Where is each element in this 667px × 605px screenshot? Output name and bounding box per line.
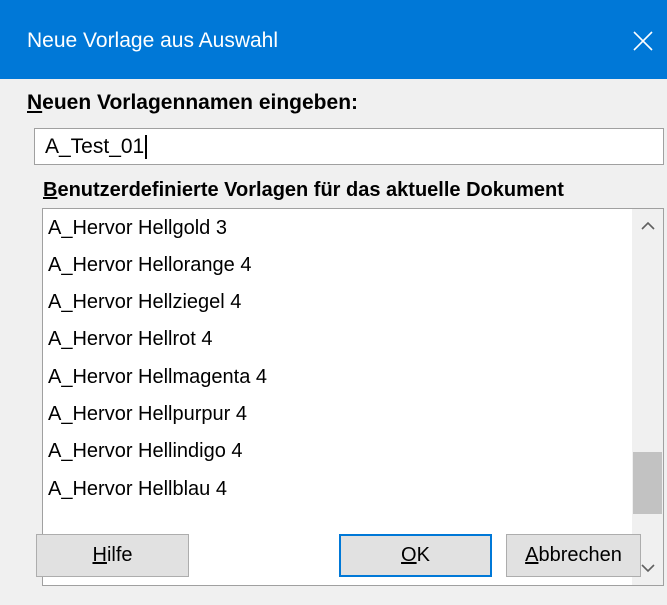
help-button-mnemonic: H	[92, 544, 107, 566]
template-name-label-mnemonic: N	[27, 91, 43, 114]
template-name-value: A_Test_01	[45, 135, 148, 159]
text-caret	[145, 135, 148, 159]
list-item[interactable]: A_Hervor Hellziegel 4	[48, 284, 241, 321]
ok-button-label: K	[416, 544, 430, 566]
cancel-button-mnemonic: A	[525, 544, 539, 566]
custom-templates-label: Benutzerdefinierte Vorlagen für das aktu…	[43, 177, 564, 203]
help-button-label: ilfe	[106, 544, 133, 566]
title-bar: Neue Vorlage aus Auswahl	[0, 0, 667, 79]
list-item[interactable]: A_Hervor Hellblau 4	[48, 471, 227, 508]
list-item[interactable]: A_Hervor Hellindigo 4	[48, 433, 243, 470]
list-item[interactable]: A_Hervor Hellmagenta 4	[48, 359, 267, 396]
list-item[interactable]: A_Hervor Hellgold 3	[48, 210, 227, 247]
help-button[interactable]: Hilfe	[36, 534, 189, 577]
dialog-body: Neuen Vorlagennamen eingeben: A_Test_01 …	[0, 79, 667, 605]
ok-button[interactable]: OK	[339, 534, 492, 577]
custom-templates-label-mnemonic: B	[43, 179, 58, 201]
scroll-thumb[interactable]	[633, 452, 662, 514]
list-item[interactable]: A_Hervor Hellrot 4	[48, 321, 213, 358]
list-item[interactable]: A_Hervor Hellpurpur 4	[48, 396, 247, 433]
close-button[interactable]	[620, 21, 666, 61]
custom-templates-list[interactable]: A_Hervor Hellgold 3 A_Hervor Hellorange …	[42, 208, 664, 586]
close-icon	[633, 31, 653, 51]
template-name-label: Neuen Vorlagennamen eingeben:	[27, 90, 358, 116]
chevron-up-icon	[640, 221, 655, 230]
ok-button-mnemonic: O	[401, 544, 417, 566]
window-title: Neue Vorlage aus Auswahl	[27, 29, 279, 52]
vertical-scrollbar[interactable]	[632, 209, 663, 585]
template-name-input[interactable]: A_Test_01	[34, 128, 664, 165]
template-name-text: A_Test_01	[45, 135, 145, 158]
template-name-label-text: euen Vorlagennamen eingeben:	[42, 91, 359, 114]
custom-templates-label-text: enutzerdefinierte Vorlagen für das aktue…	[57, 179, 564, 201]
cancel-button-label: bbrechen	[538, 544, 622, 566]
list-item[interactable]: A_Hervor Hellorange 4	[48, 247, 251, 284]
chevron-down-icon	[640, 564, 655, 573]
cancel-button[interactable]: Abbrechen	[506, 534, 641, 577]
scroll-up-button[interactable]	[632, 209, 663, 243]
